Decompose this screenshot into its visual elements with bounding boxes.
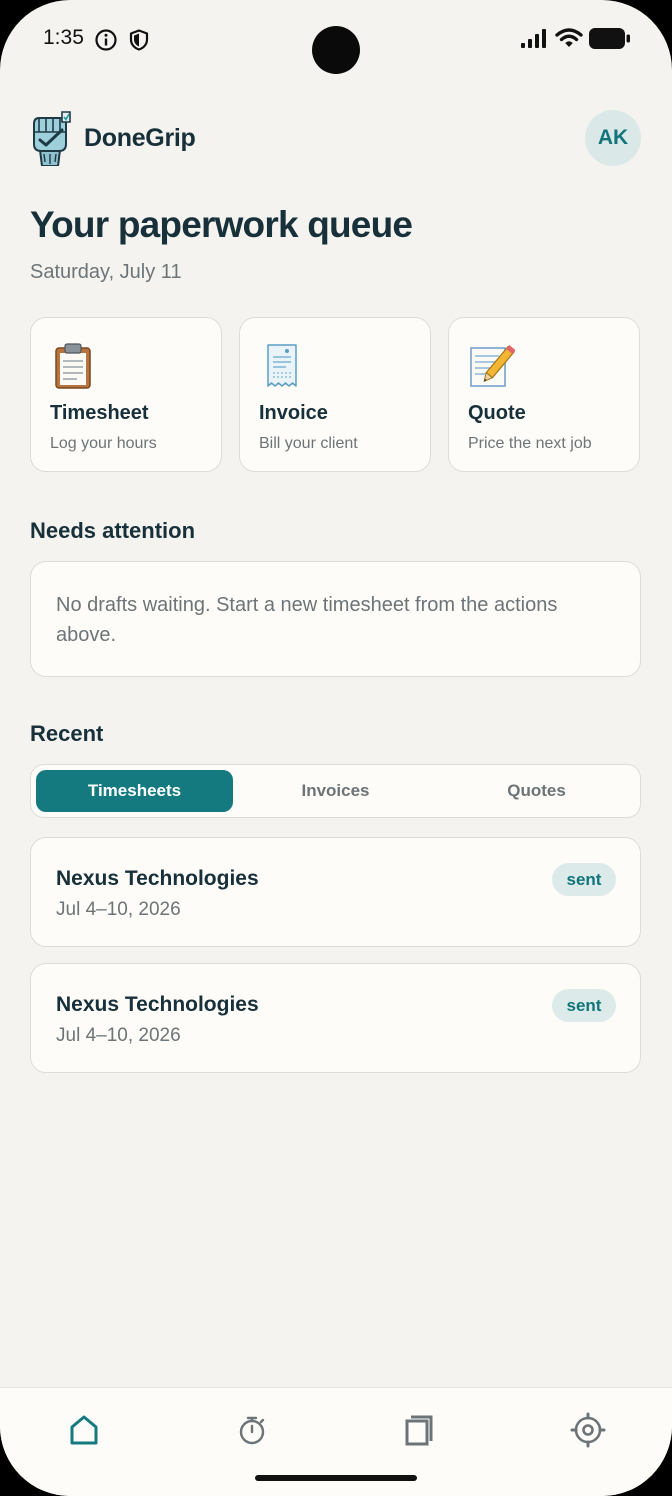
info-icon [95,29,117,51]
tab-timesheets[interactable]: Timesheets [36,770,233,812]
cellular-signal-icon [521,29,546,48]
shield-icon [129,29,149,51]
period: Jul 4–10, 2026 [56,1025,181,1046]
tab-quotes[interactable]: Quotes [438,770,635,812]
status-badge: sent [552,863,616,896]
app-name: DoneGrip [84,124,196,152]
status-bar: 1:35 [0,0,672,90]
front-camera [312,26,360,74]
action-title: Quote [468,402,526,424]
empty-state-message: No drafts waiting. Start a new timesheet… [56,594,558,646]
documents-icon[interactable] [400,1410,440,1450]
action-subtitle: Price the next job [468,435,592,452]
list-item[interactable]: Nexus Technologies Jul 4–10, 2026 sent [30,837,641,947]
status-time: 1:35 [43,26,84,49]
page-date: Saturday, July 11 [30,261,182,283]
recent-heading: Recent [30,721,104,746]
list-item[interactable]: Nexus Technologies Jul 4–10, 2026 sent [30,963,641,1073]
timesheet-action-card[interactable]: Timesheet Log your hours [30,317,222,472]
page-title: Your paperwork queue [30,204,413,245]
needs-attention-heading: Needs attention [30,518,196,543]
needs-attention-card: No drafts waiting. Start a new timesheet… [30,561,641,677]
action-title: Invoice [259,402,328,424]
stopwatch-icon[interactable] [232,1410,272,1450]
quote-action-card[interactable]: Quote Price the next job [448,317,640,472]
clipboard-icon [55,343,91,389]
action-title: Timesheet [50,402,149,424]
client-name: Nexus Technologies [56,867,259,890]
home-icon[interactable] [64,1410,104,1450]
action-subtitle: Bill your client [259,435,358,452]
invoice-action-card[interactable]: Invoice Bill your client [239,317,431,472]
client-name: Nexus Technologies [56,993,259,1016]
period: Jul 4–10, 2026 [56,899,181,920]
status-badge: sent [552,989,616,1022]
action-subtitle: Log your hours [50,435,157,452]
battery-icon [589,28,630,49]
settings-icon[interactable] [568,1410,608,1450]
recent-tabs: Timesheets Invoices Quotes [30,764,641,818]
memo-pencil-icon [470,345,515,387]
avatar[interactable]: AK [585,110,641,166]
fist-clipboard-logo [33,111,71,166]
tab-invoices[interactable]: Invoices [237,770,434,812]
bottom-nav [0,1387,672,1496]
app-screen: 1:35 DoneGrip AK Your paperwork queue Sa… [0,0,672,1496]
home-indicator [255,1475,417,1481]
wifi-icon [555,28,583,47]
receipt-icon [267,344,297,387]
